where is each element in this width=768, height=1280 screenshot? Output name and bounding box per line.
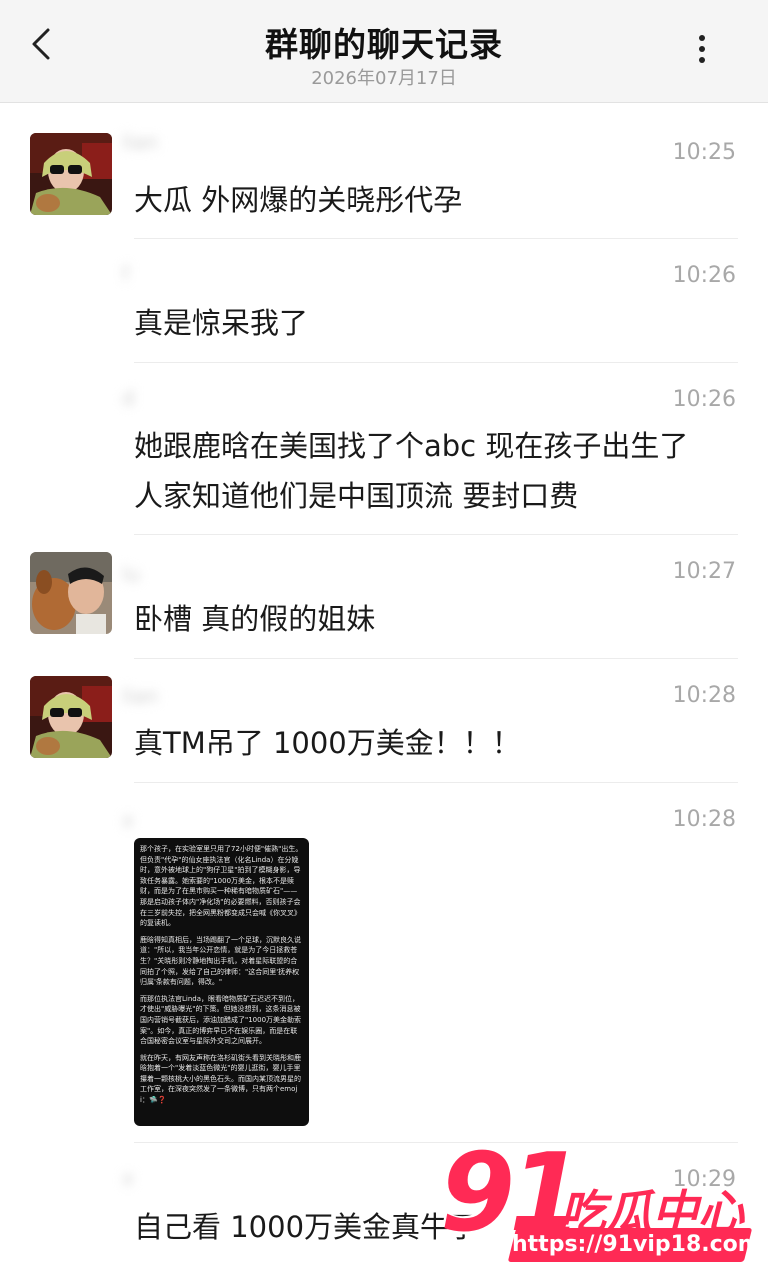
page-title: 群聊的聊天记录 [265,25,503,64]
sender-name: d [122,386,135,410]
avatar[interactable] [30,133,112,215]
message-line: 大瓜 外网爆的关晓彤代孕 [134,183,463,217]
sender-name: x [122,808,134,832]
message-line: 卧槽 真的假的姐妹 [134,602,376,636]
sender-name: x [122,1166,134,1190]
message-time: 10:27 [672,559,736,584]
watermark-logo: 91 吃瓜中心 https://91vip18.com [440,1134,761,1270]
divider [134,658,738,659]
divider [134,362,738,363]
message-line: 她跟鹿晗在美国找了个abc 现在孩子出生了 [134,429,689,463]
image-paragraph: 鹿晗得知真相后，当场踢翻了一个足球，沉默良久说道："所以，我当年公开恋情，就是为… [140,935,301,987]
image-paragraph: 那个孩子，在实验室里只用了72小时便"催熟"出生。但负责"代孕"的仙女座执法官（… [140,845,303,928]
sender-name: f [122,262,130,286]
message-time: 10:26 [672,263,736,288]
message-time: 10:28 [672,807,736,832]
watermark-url-badge: https://91vip18.com [507,1228,761,1262]
nav-header: 群聊的聊天记录 2026年07月17日 [0,0,768,103]
avatar[interactable] [30,676,112,758]
image-paragraph: 就在昨天，有网友声称在洛杉矶街头看到关晓彤和鹿晗抱着一个"发着淡蓝色微光"的婴儿… [140,1053,301,1105]
more-vertical-icon [699,35,705,63]
message-line: 人家知道他们是中国顶流 要封口费 [134,479,579,513]
message-text: 真是惊呆我了 [134,298,734,348]
message-text: 卧槽 真的假的姐妹 [134,594,734,644]
message-line: 真是惊呆我了 [134,306,309,340]
image-paragraph: 而那位执法官Linda，眼看暗物质矿石迟迟不到位，才使出"威胁曝光"的下策。但她… [140,994,302,1046]
divider [134,238,738,239]
message-text: 大瓜 外网爆的关晓彤代孕 [134,175,734,225]
message-line: 真TM吊了 1000万美金！！！ [134,726,521,760]
image-attachment[interactable]: 那个孩子，在实验室里只用了72小时便"催熟"出生。但负责"代孕"的仙女座执法官（… [134,838,309,1126]
sender-name: lu [122,562,141,586]
avatar[interactable] [30,552,112,634]
more-button[interactable] [690,30,714,70]
message-text: 真TM吊了 1000万美金！！！ [134,718,734,768]
message-time: 10:25 [672,140,736,165]
message-text: 她跟鹿晗在美国找了个abc 现在孩子出生了 人家知道他们是中国顶流 要封口费 [134,421,734,521]
sender-name: lian [122,684,159,708]
message-time: 10:28 [672,683,736,708]
divider [134,534,738,535]
sender-name: lian [122,130,159,154]
divider [134,782,738,783]
page-date: 2026年07月17日 [311,68,457,89]
message-time: 10:26 [672,387,736,412]
watermark-url: https://91vip18.com [512,1232,761,1257]
